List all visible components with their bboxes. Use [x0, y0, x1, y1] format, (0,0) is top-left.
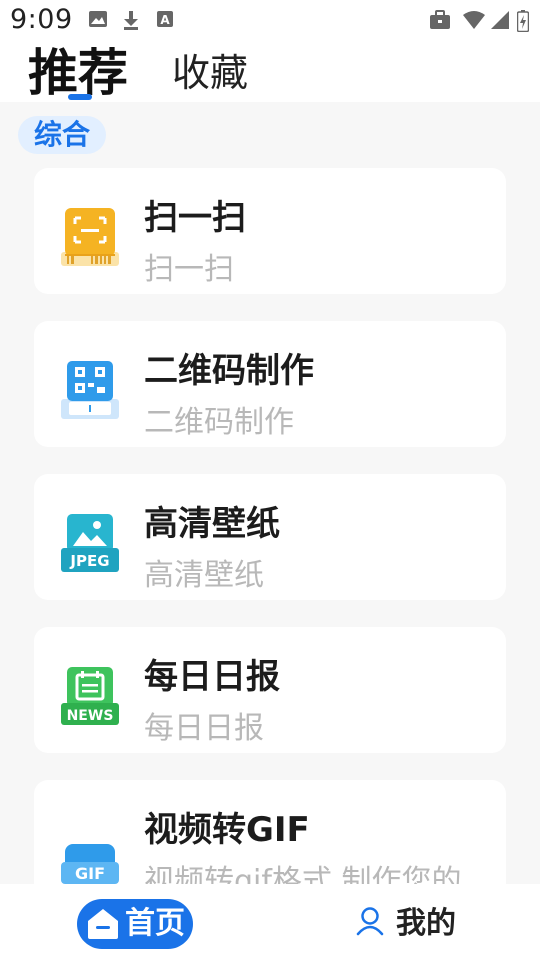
card-video-to-gif[interactable]: GIF 视频转GIF 视频转gif格式,制作您的 [34, 780, 506, 884]
card-daily-news[interactable]: NEWS 每日日报 每日日报 [34, 627, 506, 753]
jpeg-image-icon: JPEG [61, 514, 119, 572]
card-title: 扫一扫 [144, 198, 246, 238]
wifi-icon [463, 11, 485, 29]
signal-icon [491, 11, 509, 29]
card-qrcode[interactable]: 二维码制作 二维码制作 [34, 321, 506, 447]
nav-home-button[interactable]: 首页 [77, 899, 193, 949]
status-time: 9:09 [10, 4, 73, 35]
card-title: 视频转GIF [144, 810, 310, 850]
nav-mine-label[interactable]: 我的 [396, 904, 456, 944]
font-icon: A [157, 11, 173, 27]
svg-text:JPEG: JPEG [69, 552, 109, 570]
card-title: 每日日报 [144, 657, 280, 697]
news-icon: NEWS [61, 667, 119, 725]
bottom-nav: 首页 我的 [0, 884, 540, 960]
qrcode-icon [61, 361, 119, 419]
card-title: 高清壁纸 [144, 504, 280, 544]
content-area[interactable]: 综合 扫一扫 扫一扫 二维码制作 二维码制作 JPEG 高清壁纸 高清壁纸 NE… [0, 102, 540, 884]
home-icon [88, 909, 118, 939]
battery-icon [517, 10, 529, 32]
image-icon [89, 11, 107, 27]
download-icon [124, 11, 138, 30]
nav-home-label: 首页 [125, 906, 185, 941]
card-subtitle: 每日日报 [144, 711, 264, 746]
card-subtitle: 二维码制作 [144, 405, 294, 440]
card-subtitle: 扫一扫 [144, 252, 234, 287]
briefcase-icon [430, 10, 450, 29]
svg-text:A: A [160, 13, 170, 27]
active-tab-indicator [68, 94, 92, 100]
section-chip: 综合 [18, 116, 107, 154]
card-subtitle: 高清壁纸 [144, 558, 264, 593]
card-wallpaper[interactable]: JPEG 高清壁纸 高清壁纸 [34, 474, 506, 600]
svg-text:GIF: GIF [75, 864, 105, 883]
card-subtitle: 视频转gif格式,制作您的 [144, 864, 462, 884]
card-title: 二维码制作 [144, 351, 314, 391]
top-tab-bar: 推荐 收藏 [0, 38, 540, 102]
svg-text:NEWS: NEWS [67, 708, 114, 724]
status-bar: 9:09 A [0, 0, 540, 38]
card-scan[interactable]: 扫一扫 扫一扫 [34, 168, 506, 294]
tab-favorites[interactable]: 收藏 [172, 50, 248, 96]
gif-icon: GIF [61, 844, 119, 884]
user-icon[interactable] [356, 906, 384, 936]
scan-icon [61, 208, 119, 266]
